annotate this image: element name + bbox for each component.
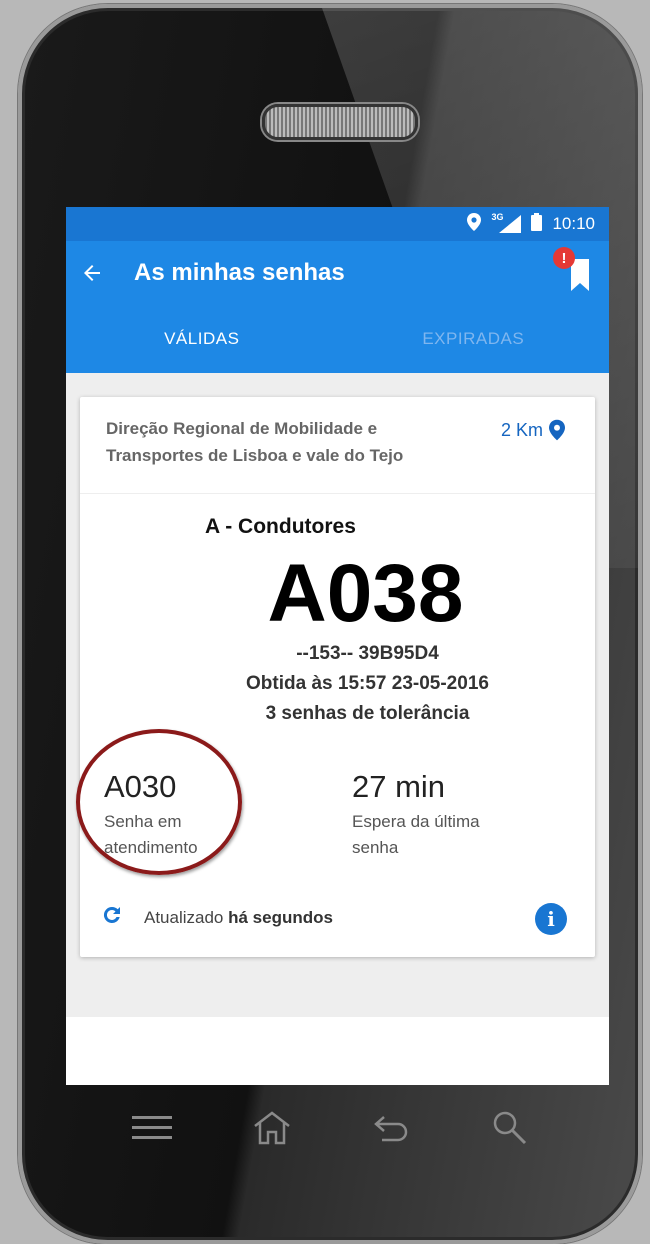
highlight-circle-annotation	[76, 729, 242, 875]
wait-time-value: 27 min	[352, 769, 446, 804]
tolerance-info: 3 senhas de tolerância	[265, 703, 470, 724]
tab-validas[interactable]: VÁLIDAS	[66, 305, 338, 373]
refresh-time: há segundos	[228, 907, 333, 927]
search-icon	[493, 1111, 527, 1145]
refresh-prefix: Atualizado	[144, 907, 224, 927]
info-icon[interactable]: i	[535, 903, 567, 935]
phone-frame: 3G 10:10 As minhas senhas ! VÁLIDAS EXPI…	[18, 4, 642, 1244]
phone-screen: 3G 10:10 As minhas senhas ! VÁLIDAS EXPI…	[66, 207, 609, 1085]
back-nav-button[interactable]	[362, 1098, 422, 1158]
location-icon	[467, 212, 482, 236]
ticket-code: --153-- 39B95D4	[296, 643, 439, 664]
queue-name: A - Condutores	[205, 515, 356, 538]
tab-bar: VÁLIDAS EXPIRADAS	[66, 305, 609, 373]
office-name: Direção Regional de Mobilidade e Transpo…	[106, 419, 404, 465]
home-button[interactable]	[242, 1098, 302, 1158]
tab-expiradas[interactable]: EXPIRADAS	[338, 305, 610, 373]
battery-icon	[531, 212, 543, 236]
phone-nav-bar	[22, 1098, 638, 1158]
page-title: As minhas senhas	[134, 259, 345, 286]
clock: 10:10	[552, 214, 595, 233]
distance-link[interactable]: 2 Km	[501, 419, 565, 441]
refresh-icon[interactable]	[100, 903, 124, 932]
wait-time-label: Espera da última senha	[352, 812, 480, 857]
search-button[interactable]	[480, 1098, 540, 1158]
signal-icon: 3G	[491, 212, 522, 233]
back-nav-icon	[374, 1116, 408, 1142]
ticket-list: Direção Regional de Mobilidade e Transpo…	[66, 373, 609, 1017]
back-button[interactable]	[68, 249, 116, 297]
arrow-left-icon	[84, 265, 100, 281]
obtained-time: Obtida às 15:57 23-05-2016	[246, 673, 489, 694]
menu-icon	[132, 1116, 172, 1139]
menu-button[interactable]	[122, 1098, 182, 1158]
home-icon	[254, 1111, 290, 1145]
map-pin-icon	[549, 419, 565, 441]
card-header: Direção Regional de Mobilidade e Transpo…	[80, 397, 595, 494]
refresh-status: Atualizado há segundos	[144, 908, 333, 928]
status-bar: 3G 10:10	[66, 207, 609, 241]
distance-label: 2 Km	[500, 419, 543, 440]
app-bar: As minhas senhas !	[66, 241, 609, 305]
phone-speaker	[262, 104, 418, 140]
notification-badge: !	[553, 247, 575, 269]
ticket-card[interactable]: Direção Regional de Mobilidade e Transpo…	[76, 397, 595, 957]
ticket-number: A038	[267, 548, 464, 639]
refresh-row: Atualizado há segundos	[100, 903, 333, 932]
